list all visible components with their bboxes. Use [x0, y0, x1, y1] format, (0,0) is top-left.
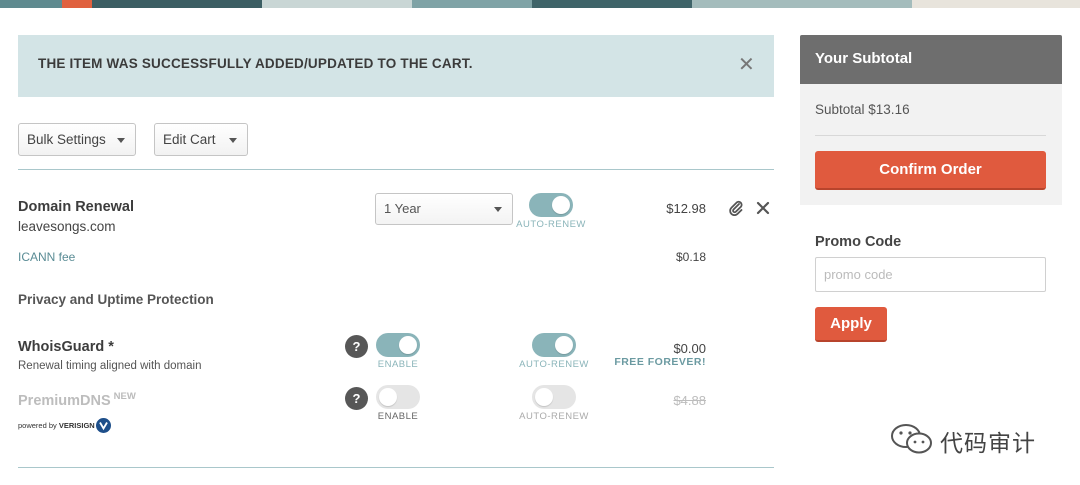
bulk-settings-label: Bulk Settings: [27, 132, 106, 147]
premiumdns-title: PremiumDNS NEW: [18, 391, 136, 409]
premiumdns-enable-label: ENABLE: [377, 411, 419, 422]
caret-down-icon: [494, 207, 502, 212]
whoisguard-subtitle: Renewal timing aligned with domain: [18, 360, 202, 372]
toggle-knob: [555, 336, 573, 354]
verisign-logo-icon: [96, 418, 111, 433]
edit-cart-label: Edit Cart: [163, 132, 216, 147]
subtotal-header: Your Subtotal: [800, 35, 1062, 84]
divider: [815, 135, 1046, 136]
caret-down-icon: [229, 138, 237, 143]
toggle-knob: [399, 336, 417, 354]
domain-price: $12.98: [666, 201, 706, 216]
divider: [18, 467, 774, 468]
divider: [18, 169, 774, 170]
subtotal-heading: Your Subtotal: [815, 50, 913, 67]
premiumdns-title-text: PremiumDNS: [18, 392, 111, 409]
promo-code-input[interactable]: [815, 257, 1046, 292]
powered-by-verisign: powered by VERISIGN: [18, 421, 95, 430]
watermark-text: 代码审计: [940, 430, 1036, 456]
whoisguard-price-note: FREE FOREVER!: [614, 356, 706, 368]
premiumdns-auto-renew-label: AUTO-RENEW: [519, 411, 589, 422]
alert-message: THE ITEM WAS SUCCESSFULLY ADDED/UPDATED …: [38, 56, 473, 71]
premiumdns-enable-toggle[interactable]: [376, 385, 420, 409]
whoisguard-auto-renew-label: AUTO-RENEW: [519, 359, 589, 370]
help-icon[interactable]: ?: [345, 387, 368, 410]
toggle-knob: [552, 196, 570, 214]
icann-fee-price: $0.18: [675, 250, 706, 264]
whoisguard-enable-label: ENABLE: [377, 359, 419, 370]
domain-auto-renew-toggle[interactable]: [529, 193, 573, 217]
bulk-settings-dropdown[interactable]: Bulk Settings: [18, 123, 136, 156]
toggle-knob: [379, 388, 397, 406]
subtotal-card: Your Subtotal Subtotal $13.16 Confirm Or…: [800, 35, 1062, 205]
domain-auto-renew-label: AUTO-RENEW: [516, 219, 586, 230]
subtotal-amount: Subtotal $13.16: [815, 102, 910, 117]
paperclip-icon[interactable]: [728, 200, 744, 220]
toggle-knob: [535, 388, 553, 406]
confirm-order-button[interactable]: Confirm Order: [815, 151, 1046, 190]
privacy-heading: Privacy and Uptime Protection: [18, 292, 214, 307]
promo-code-label: Promo Code: [815, 234, 902, 250]
help-icon[interactable]: ?: [345, 335, 368, 358]
icann-fee-label: ICANN fee: [18, 250, 76, 264]
watermark: 代码审计: [888, 420, 1058, 456]
wechat-icon: [891, 424, 932, 454]
whoisguard-title: WhoisGuard *: [18, 339, 114, 355]
premiumdns-auto-renew-toggle[interactable]: [532, 385, 576, 409]
remove-item-icon[interactable]: [756, 201, 770, 219]
verisign-brand: VERISIGN: [58, 421, 95, 430]
edit-cart-dropdown[interactable]: Edit Cart: [154, 123, 248, 156]
apply-button[interactable]: Apply: [815, 307, 887, 342]
domain-renewal-title: Domain Renewal: [18, 199, 135, 215]
domain-name: leavesongs.com: [18, 219, 116, 234]
whoisguard-enable-toggle[interactable]: [376, 333, 420, 357]
header-banner: [0, 0, 1080, 8]
new-badge: NEW: [113, 391, 136, 402]
premiumdns-price: $4.88: [673, 393, 706, 408]
term-select-value: 1 Year: [384, 201, 421, 216]
whoisguard-price: $0.00: [673, 341, 706, 356]
term-select[interactable]: 1 Year: [375, 193, 513, 225]
caret-down-icon: [117, 138, 125, 143]
powered-by-text: powered by: [18, 421, 57, 430]
success-alert: THE ITEM WAS SUCCESSFULLY ADDED/UPDATED …: [18, 35, 774, 97]
whoisguard-auto-renew-toggle[interactable]: [532, 333, 576, 357]
close-icon[interactable]: ✕: [738, 53, 755, 77]
